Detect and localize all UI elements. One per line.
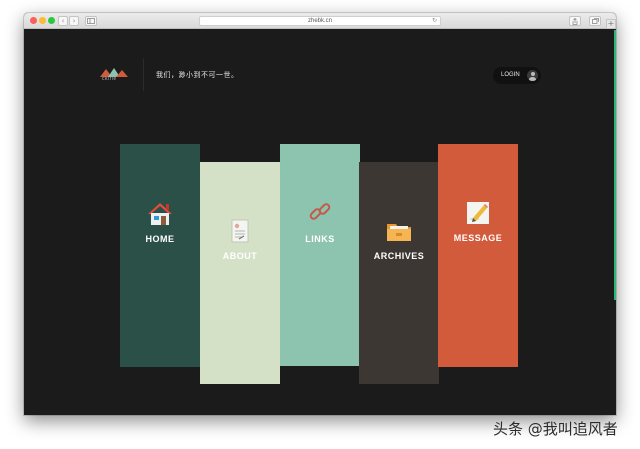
nav-message-panel[interactable]: MESSAGE <box>438 144 518 367</box>
notepad-pencil-icon <box>467 202 489 224</box>
window-edge-accent <box>614 30 616 300</box>
nav-archives-panel[interactable]: ARCHIVES <box>359 162 439 384</box>
user-avatar-icon <box>527 70 538 81</box>
sidebar-toggle-button[interactable] <box>85 16 97 26</box>
tabs-button[interactable] <box>589 16 601 26</box>
chain-link-icon <box>309 203 331 220</box>
url-text: zhebk.cn <box>307 18 332 24</box>
logo-text: ckirie <box>102 76 117 82</box>
site-tagline: 我们，渺小到不可一世。 <box>156 72 239 79</box>
nav-home-label: HOME <box>145 234 175 244</box>
nav-archives-label: ARCHIVES <box>373 251 425 261</box>
website-page: ckirie 我们，渺小到不可一世。 LOGIN HOME ABOUT LINK… <box>24 29 616 415</box>
folder-icon <box>387 224 411 241</box>
house-icon <box>148 203 172 225</box>
browser-window: ‹ › zhebk.cn ↻ ckirie 我们，渺小到不可一世。 LOGIN … <box>24 13 616 415</box>
watermark-text: 头条 @我叫追风者 <box>493 420 618 438</box>
share-button[interactable] <box>569 16 581 26</box>
nav-about-label: ABOUT <box>222 251 258 261</box>
share-icon <box>572 17 578 25</box>
zoom-window-button[interactable] <box>48 17 55 24</box>
back-button[interactable]: ‹ <box>58 16 68 26</box>
header-divider <box>143 59 144 91</box>
sidebar-icon <box>87 18 95 24</box>
new-tab-button[interactable]: + <box>606 19 616 29</box>
close-window-button[interactable] <box>30 17 37 24</box>
minimize-window-button[interactable] <box>39 17 46 24</box>
address-bar[interactable]: zhebk.cn ↻ <box>199 16 441 26</box>
nav-home-panel[interactable]: HOME <box>120 144 200 367</box>
forward-button[interactable]: › <box>69 16 79 26</box>
nav-about-panel[interactable]: ABOUT <box>200 162 280 384</box>
document-icon <box>231 219 249 243</box>
nav-links-label: LINKS <box>305 234 335 244</box>
nav-message-label: MESSAGE <box>453 233 503 243</box>
browser-titlebar: ‹ › zhebk.cn ↻ <box>24 13 616 29</box>
nav-links-panel[interactable]: LINKS <box>280 144 360 366</box>
tabs-icon <box>591 18 599 24</box>
login-label: LOGIN <box>501 72 520 78</box>
login-button[interactable]: LOGIN <box>493 67 541 84</box>
reload-icon[interactable]: ↻ <box>432 17 437 25</box>
